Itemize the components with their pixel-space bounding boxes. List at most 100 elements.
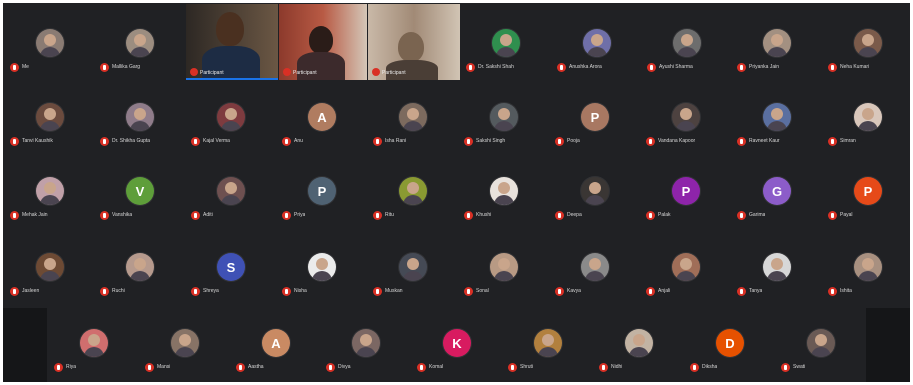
participant-tile[interactable]: Aditi [187,177,275,227]
participant-name: Kavya [567,288,581,294]
participant-tile[interactable]: D Diksha [686,329,774,379]
participant-tile[interactable]: Isha Rani [369,103,457,153]
mic-off-icon [828,211,837,220]
mic-off-icon [647,63,656,72]
mic-off-icon [100,63,109,72]
participant-name: Kajal Verma [203,138,230,144]
participant-tile[interactable]: S Shreya [187,253,275,303]
participant-avatar [581,253,609,281]
participant-tile[interactable]: Mansi [141,329,229,379]
mic-off-icon [555,211,564,220]
participant-tile[interactable]: Ayushi Sharma [643,29,731,79]
participant-tile[interactable]: P Palak [642,177,730,227]
participant-name: Komal [429,364,444,370]
participant-tile[interactable]: P Payal [824,177,910,227]
participant-name: Participant [200,70,224,76]
participant-tile[interactable]: Dr. Shikha Gupta [96,103,184,153]
mic-off-icon [828,287,837,296]
participant-tile[interactable]: Neha Kumari [824,29,910,79]
participant-tile[interactable]: Tanvi Kaushik [6,103,94,153]
participant-tile[interactable]: Ishita [824,253,910,303]
participant-tile[interactable]: Divya [322,329,410,379]
participant-tile[interactable]: Jasleen [6,253,94,303]
participant-tile[interactable]: Simran [824,103,910,153]
grid-edge-left [3,308,47,382]
participant-tile[interactable]: Muskan [369,253,457,303]
participant-name: Muskan [385,288,403,294]
participant-avatar [352,329,380,357]
participant-avatar [399,177,427,205]
participant-tile[interactable]: Ruchi [96,253,184,303]
mic-off-icon [646,137,655,146]
participant-tile[interactable]: Sakshi Singh [460,103,548,153]
mic-off-icon [417,363,426,372]
participant-tile[interactable]: Vandana Kapoor [642,103,730,153]
mic-off-icon [10,63,19,72]
participant-tile[interactable]: Deepa [551,177,639,227]
participant-tile[interactable]: G Garima [733,177,821,227]
participant-name: Priyanka Jain [749,64,780,70]
participant-tile[interactable]: Swati [777,329,865,379]
participant-tile[interactable]: Mehak Jain [6,177,94,227]
participant-tile[interactable]: Ritu [369,177,457,227]
video-tile[interactable]: Participant [279,4,367,80]
participant-tile[interactable]: A Anu [278,103,366,153]
participant-tile[interactable]: Shruti [504,329,592,379]
participant-name: Ritu [385,212,394,218]
participant-tile[interactable]: Kajal Verma [187,103,275,153]
participant-name: Ayushi Sharma [659,64,693,70]
participant-name: Sonal [476,288,489,294]
mic-off-icon [283,68,291,76]
participant-name: Me [22,64,29,70]
participant-tile[interactable]: Nisha [278,253,366,303]
participant-name: Shruti [520,364,534,370]
participant-name: Pooja [567,138,580,144]
participant-tile[interactable]: Riya [50,329,138,379]
participant-tile[interactable]: Me [6,29,94,79]
participant-name: Tanya [749,288,763,294]
participant-avatar: P [581,103,609,131]
participant-name: Neha Kumari [840,64,870,70]
participant-tile[interactable]: A Aastha [232,329,320,379]
participant-name: Nisha [294,288,307,294]
mic-off-icon [464,287,473,296]
participant-name: Aastha [248,364,264,370]
participant-tile[interactable]: Kavya [551,253,639,303]
participant-tile[interactable]: Khushi [460,177,548,227]
participant-name: Vanshika [112,212,133,218]
video-tile[interactable]: Participant [368,4,460,80]
participant-name: Mallika Garg [112,64,141,70]
participant-avatar [763,103,791,131]
mic-off-icon [372,68,380,76]
participant-tile[interactable]: P Pooja [551,103,639,153]
participant-name: Mehak Jain [22,212,48,218]
mic-off-icon [373,137,382,146]
participant-tile[interactable]: Nidhi [595,329,683,379]
participant-avatar [126,253,154,281]
participant-name: Participant [293,70,317,76]
mic-off-icon [737,63,746,72]
participant-avatar: D [716,329,744,357]
participant-avatar [534,329,562,357]
participant-name: Ravneet Kaur [749,138,780,144]
video-tile[interactable]: Participant [186,4,278,80]
participant-tile[interactable]: Dr. Sakshi Shah [462,29,550,79]
participant-tile[interactable]: V Vanshika [96,177,184,227]
participant-tile[interactable]: Sonal [460,253,548,303]
participant-name: Palak [658,212,671,218]
participant-tile[interactable]: Anjali [642,253,730,303]
participant-tile[interactable]: Priyanka Jain [733,29,821,79]
participant-tile[interactable]: Mallika Garg [96,29,184,79]
participant-avatar [581,177,609,205]
participant-tile[interactable]: Ravneet Kaur [733,103,821,153]
participant-tile[interactable]: P Priya [278,177,366,227]
mic-off-icon [282,137,291,146]
participant-avatar [492,29,520,57]
mic-off-icon [737,211,746,220]
mic-off-icon [464,211,473,220]
participant-tile[interactable]: Anushka Arora [553,29,641,79]
participant-tile[interactable]: Tanya [733,253,821,303]
participant-avatar [807,329,835,357]
participant-tile[interactable]: K Komal [413,329,501,379]
participant-name: Riya [66,364,77,370]
